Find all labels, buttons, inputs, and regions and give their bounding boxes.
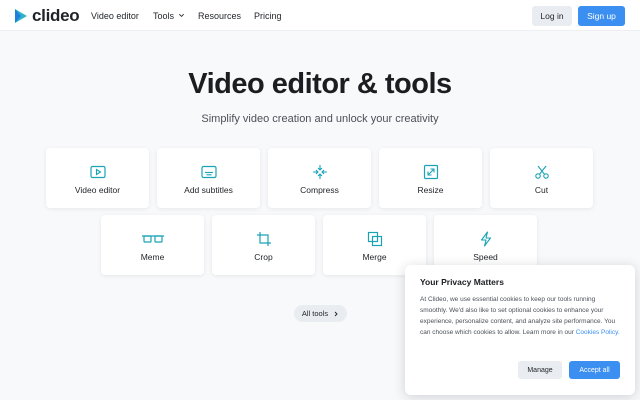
play-icon [89,165,106,179]
nav-resources[interactable]: Resources [198,0,241,31]
site-header: clideo Video editor Tools Resources Pric… [0,0,640,31]
nav-tools[interactable]: Tools [153,0,185,31]
meme-glasses-icon [141,235,164,243]
tool-label: Merge [362,252,387,262]
resize-icon [423,164,438,180]
cookie-text: At Clideo, we use essential cookies to k… [420,294,624,338]
lightning-icon [480,231,491,247]
tool-label: Compress [300,185,339,195]
all-tools-button[interactable]: All tools [294,305,347,322]
tool-card-crop[interactable]: Crop [212,215,315,275]
tool-card-cut[interactable]: Cut [490,148,593,208]
crop-icon [256,232,271,246]
tool-label: Resize [417,185,444,195]
tool-label: Add subtitles [184,185,233,195]
logo-text: clideo [32,6,80,25]
tool-card-video-editor[interactable]: Video editor [46,148,149,208]
clideo-logo[interactable]: clideo [14,6,80,26]
cookies-policy-link[interactable]: Cookies Policy. [576,329,620,336]
login-button[interactable]: Log in [532,6,572,26]
tool-label: Video editor [74,185,121,195]
compress-icon [312,165,327,179]
tool-label: Cut [534,185,549,195]
tool-card-meme[interactable]: Meme [101,215,204,275]
chevron-right-icon [334,311,338,316]
all-tools-label: All tools [301,309,329,318]
scissors-icon [534,165,549,179]
nav-video-editor[interactable]: Video editor [91,0,139,31]
logo-play-icon [15,9,27,23]
tool-card-resize[interactable]: Resize [379,148,482,208]
cookie-title: Your Privacy Matters [420,277,504,287]
manage-cookies-button[interactable]: Manage [518,361,562,379]
subtitles-icon [200,165,217,179]
page-subtitle: Simplify video creation and unlock your … [201,113,439,125]
tool-card-compress[interactable]: Compress [268,148,371,208]
nav-pricing[interactable]: Pricing [254,0,282,31]
accept-all-button[interactable]: Accept all [569,361,620,379]
signup-button[interactable]: Sign up [578,6,625,26]
tool-label: Crop [254,252,273,262]
tool-label: Speed [473,252,498,262]
nav-tools-label: Tools [153,10,175,21]
merge-icon [367,231,382,247]
tool-label: Meme [140,252,165,262]
page-title: Video editor & tools [188,68,452,100]
chevron-down-icon [179,13,185,17]
tool-card-add-subtitles[interactable]: Add subtitles [157,148,260,208]
cookie-consent-panel: Your Privacy Matters At Clideo, we use e… [405,265,635,395]
